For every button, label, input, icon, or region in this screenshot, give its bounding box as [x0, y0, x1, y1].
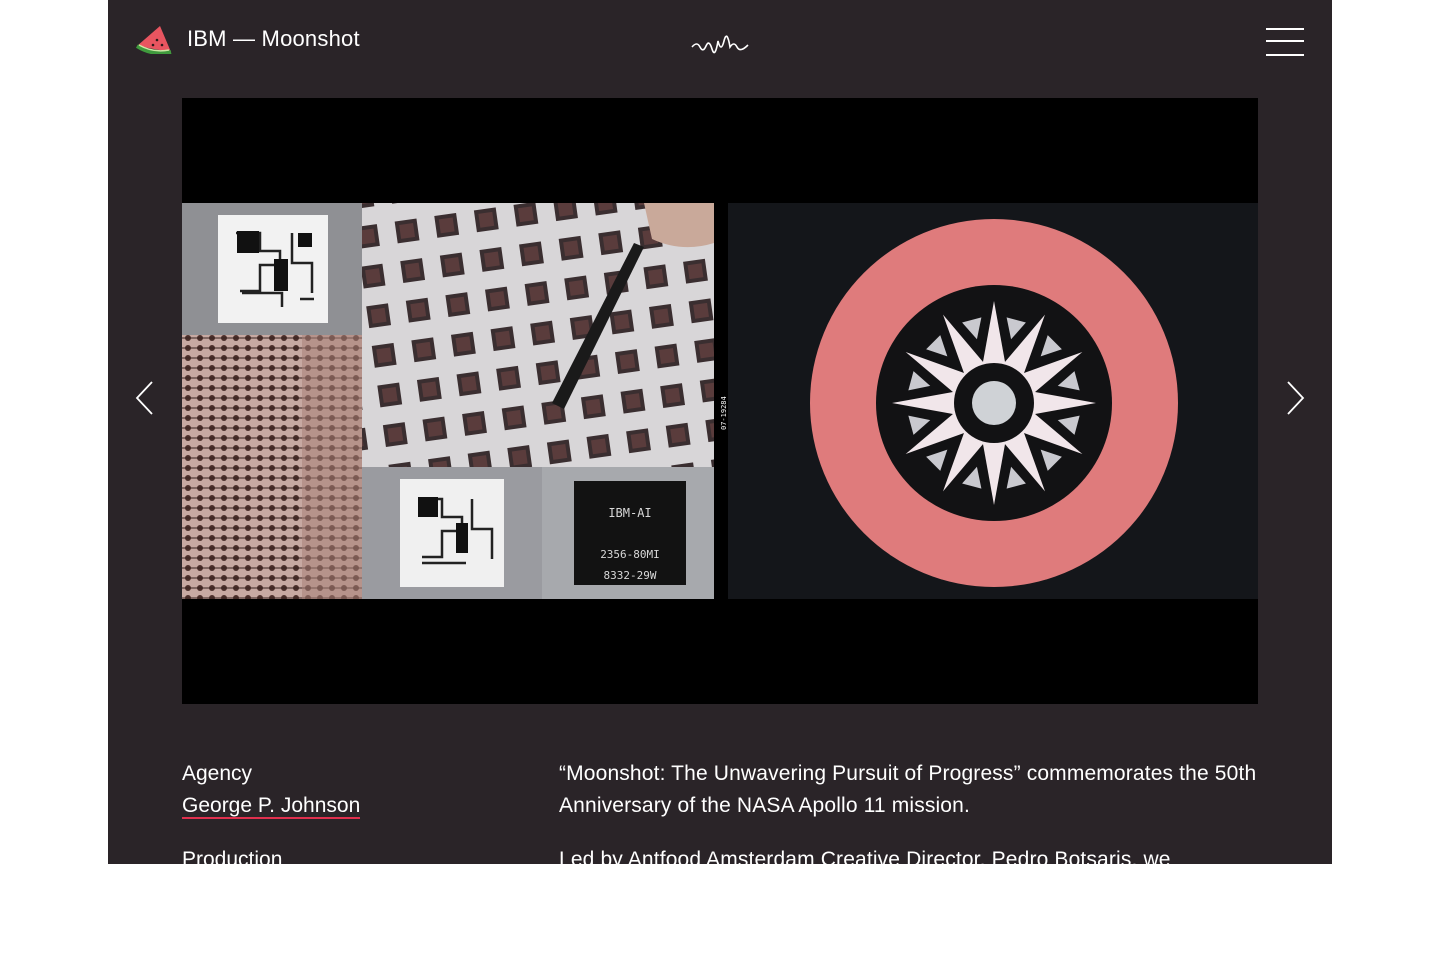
chip-label-line-1: IBM-AI: [608, 506, 651, 520]
description-paragraph-2: Led by Antfood Amsterdam Creative Direct…: [559, 848, 1171, 864]
video-player[interactable]: IBM-AI 2356-80MI 8332-29W 07-19284: [182, 98, 1258, 704]
chevron-right-icon: [1284, 381, 1306, 420]
menu-button[interactable]: [1266, 26, 1306, 58]
hamburger-menu-icon: [1266, 28, 1304, 30]
agency-label: Agency: [182, 762, 253, 785]
agency-link[interactable]: George P. Johnson: [182, 794, 361, 819]
chevron-left-icon: [134, 381, 156, 420]
project-panel: IBM — Moonshot IBM-AI 2356-80MI 8332-29W…: [108, 0, 1332, 864]
sound-toggle[interactable]: [691, 35, 749, 60]
chip-label-line-2: 2356-80MI: [600, 548, 660, 561]
sound-wave-icon: [691, 35, 749, 59]
next-slide-button[interactable]: [1284, 380, 1306, 416]
home-link[interactable]: IBM — Moonshot: [135, 24, 360, 54]
project-description: “Moonshot: The Unwavering Pursuit of Pro…: [559, 758, 1259, 864]
star-emblem-image: [728, 203, 1258, 599]
chip-collage-image: IBM-AI 2356-80MI 8332-29W: [182, 203, 714, 599]
credits: Agency George P. Johnson Production: [182, 758, 522, 864]
page-title: IBM — Moonshot: [187, 26, 360, 51]
top-navigation: IBM — Moonshot: [108, 0, 1332, 86]
watermelon-slice-icon: [135, 24, 173, 54]
production-label: Production: [182, 848, 283, 864]
previous-slide-button[interactable]: [134, 380, 156, 416]
chip-label-line-3: 8332-29W: [604, 569, 657, 582]
description-paragraph-1: “Moonshot: The Unwavering Pursuit of Pro…: [559, 762, 1257, 817]
